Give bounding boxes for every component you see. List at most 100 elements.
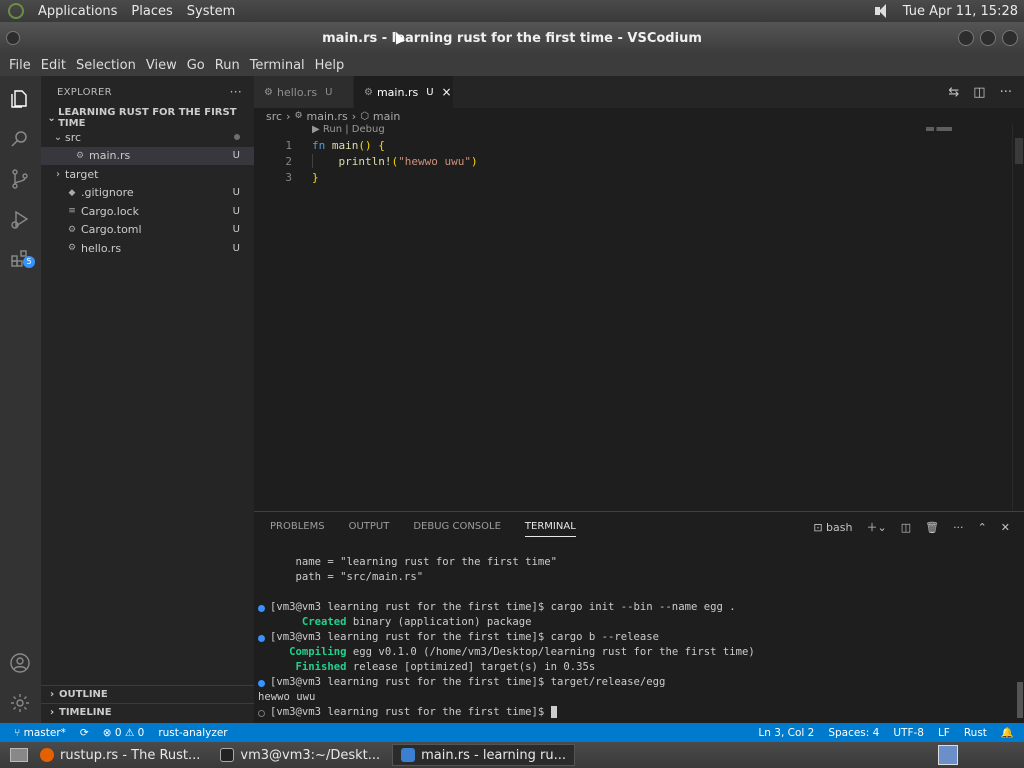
terminal-output[interactable]: name = "learning rust for the first time…: [258, 556, 1018, 721]
applications-menu[interactable]: Applications: [38, 4, 117, 19]
tree-item-label: main.rs: [89, 149, 131, 163]
workspace-folder[interactable]: ⌄ LEARNING RUST FOR THE FIRST TIME: [41, 107, 254, 129]
breadcrumb-symbol[interactable]: main: [373, 110, 400, 123]
command-decoration-icon[interactable]: [258, 605, 265, 612]
explorer-icon[interactable]: [9, 88, 31, 110]
window-menu-button[interactable]: [6, 31, 20, 45]
system-menu[interactable]: System: [187, 4, 235, 19]
tab-problems[interactable]: PROBLEMS: [270, 521, 325, 532]
command-decoration-icon[interactable]: [258, 680, 265, 687]
command-decoration-icon[interactable]: [258, 635, 265, 642]
volume-icon[interactable]: [873, 3, 891, 19]
code-text: }: [312, 170, 319, 184]
terminal-prompt-line: [vm3@vm3 learning rust for the first tim…: [258, 631, 1018, 646]
tree-item[interactable]: ⌄ src: [41, 128, 254, 147]
problems-count[interactable]: ⊗ 0 ⚠ 0: [103, 727, 145, 739]
encoding[interactable]: UTF-8: [893, 727, 924, 739]
code-editor[interactable]: ▶ Run | Debug 1 fn main() { 2 println!("…: [254, 124, 1024, 511]
activity-bar: 5: [0, 76, 41, 723]
clock[interactable]: Tue Apr 11, 15:28: [903, 4, 1018, 19]
tab-output[interactable]: OUTPUT: [349, 521, 390, 532]
tab-debug-console[interactable]: DEBUG CONSOLE: [413, 521, 501, 532]
terminal-prompt-line: [vm3@vm3 learning rust for the first tim…: [258, 676, 1018, 691]
git-branch[interactable]: ⑂ master*: [14, 727, 66, 739]
menu-edit[interactable]: Edit: [36, 58, 71, 73]
language-mode[interactable]: Rust: [964, 727, 987, 739]
timeline-label: TIMELINE: [59, 707, 112, 718]
terminal-scrollbar[interactable]: [1016, 548, 1024, 718]
workspace-switcher[interactable]: [938, 745, 958, 765]
gnome-logo-icon[interactable]: [8, 3, 24, 19]
codelens-run-debug[interactable]: ▶ Run | Debug: [312, 124, 385, 135]
more-actions-icon[interactable]: ···: [1000, 85, 1012, 100]
menu-view[interactable]: View: [141, 58, 182, 73]
accounts-icon[interactable]: [9, 652, 31, 674]
search-icon[interactable]: [9, 128, 31, 150]
indentation[interactable]: Spaces: 4: [828, 727, 879, 739]
tree-item[interactable]: ⚙ hello.rs U: [41, 239, 254, 258]
window-titlebar[interactable]: main.rs - learning rust for the first ti…: [0, 22, 1024, 54]
new-terminal-icon[interactable]: ＋⌄: [866, 519, 886, 535]
taskbar-label: main.rs - learning ru...: [421, 747, 566, 763]
taskbar-item-firefox[interactable]: rustup.rs - The Rust...: [32, 744, 208, 766]
tree-item-label: target: [65, 167, 99, 181]
extensions-icon[interactable]: [9, 248, 31, 270]
tree-item[interactable]: ⚙ main.rs U: [41, 146, 254, 165]
maximize-button[interactable]: [980, 30, 996, 46]
tab-hello-rs[interactable]: ⚙ hello.rs U: [254, 76, 354, 108]
codelens-label[interactable]: Run | Debug: [323, 124, 385, 135]
places-menu[interactable]: Places: [131, 4, 172, 19]
tab-terminal[interactable]: TERMINAL: [524, 521, 576, 537]
terminal-text: [vm3@vm3 learning rust for the first tim…: [270, 601, 736, 613]
menu-selection[interactable]: Selection: [71, 58, 141, 73]
split-editor-icon[interactable]: ◫: [973, 85, 985, 100]
more-actions-icon[interactable]: ···: [953, 521, 964, 534]
menu-terminal[interactable]: Terminal: [245, 58, 310, 73]
tree-item[interactable]: ◆ .gitignore U: [41, 184, 254, 203]
rust-analyzer-status[interactable]: rust-analyzer: [158, 727, 227, 739]
end-of-line[interactable]: LF: [938, 727, 950, 739]
menu-go[interactable]: Go: [182, 58, 210, 73]
more-actions-icon[interactable]: ···: [230, 85, 242, 99]
kill-terminal-icon[interactable]: 🗑: [925, 521, 939, 534]
sync-icon[interactable]: ⟳: [80, 727, 89, 739]
cursor-position[interactable]: Ln 3, Col 2: [758, 727, 814, 739]
minimap[interactable]: [926, 127, 952, 131]
breadcrumb-folder[interactable]: src: [266, 110, 282, 123]
terminal-line: Compiling egg v0.1.0 (/home/vm3/Desktop/…: [258, 646, 1018, 661]
tab-main-rs[interactable]: ⚙ main.rs U ×: [354, 76, 454, 108]
tree-item[interactable]: ≡ Cargo.lock U: [41, 202, 254, 221]
branch-label: master*: [23, 726, 66, 739]
terminal-text: egg v0.1.0 (/home/vm3/Desktop/learning r…: [346, 646, 755, 658]
taskbar-item-vscodium[interactable]: main.rs - learning ru...: [392, 744, 575, 766]
maximize-panel-icon[interactable]: ⌃: [978, 521, 987, 534]
source-control-icon[interactable]: [9, 168, 31, 190]
terminal-shell-selector[interactable]: ⊡ bash: [813, 521, 852, 534]
close-window-button[interactable]: [1002, 30, 1018, 46]
code-text: fn main() {: [312, 138, 385, 152]
outline-section[interactable]: › OUTLINE: [41, 685, 254, 703]
close-panel-icon[interactable]: ✕: [1001, 521, 1010, 534]
minimize-button[interactable]: [958, 30, 974, 46]
settings-gear-icon[interactable]: [9, 692, 31, 714]
scroll-thumb[interactable]: [1017, 682, 1023, 718]
notifications-bell-icon[interactable]: 🔔: [1001, 726, 1014, 739]
show-desktop-button[interactable]: [6, 744, 32, 766]
command-decoration-icon[interactable]: [258, 710, 265, 717]
menu-help[interactable]: Help: [310, 58, 350, 73]
menu-run[interactable]: Run: [210, 58, 245, 73]
tree-item[interactable]: › target: [41, 165, 254, 184]
scroll-thumb[interactable]: [1015, 138, 1023, 164]
taskbar-item-terminal[interactable]: vm3@vm3:~/Deskt...: [212, 744, 388, 766]
breadcrumb-file[interactable]: main.rs: [307, 110, 348, 123]
compare-changes-icon[interactable]: ⇆: [948, 85, 959, 100]
run-debug-icon[interactable]: [9, 208, 31, 230]
split-terminal-icon[interactable]: ◫: [901, 521, 911, 534]
indent-guide: [312, 154, 313, 168]
outline-label: OUTLINE: [59, 689, 108, 700]
close-tab-icon[interactable]: ×: [442, 85, 452, 99]
tree-item[interactable]: ⚙ Cargo.toml U: [41, 221, 254, 240]
editor-scrollbar[interactable]: [1012, 124, 1024, 511]
menu-file[interactable]: File: [4, 58, 36, 73]
timeline-section[interactable]: › TIMELINE: [41, 703, 254, 721]
